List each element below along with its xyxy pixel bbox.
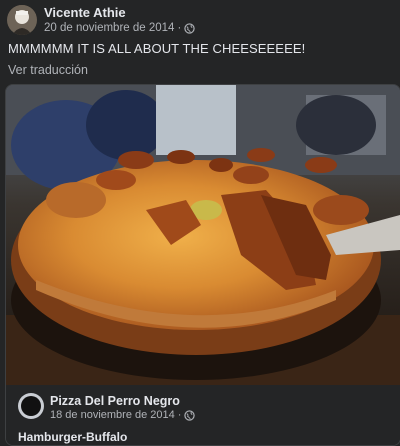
shared-post[interactable]: Pizza Del Perro Negro 18 de noviembre de… <box>5 84 400 446</box>
date-separator: · <box>177 409 182 421</box>
author-avatar[interactable] <box>7 5 37 35</box>
pizza-photo[interactable] <box>6 85 400 385</box>
post-text: MMMMMM IT IS ALL ABOUT THE CHEESEEEEE! <box>8 41 306 56</box>
page-avatar[interactable] <box>18 393 44 419</box>
post-header: Vicente Athie 20 de noviembre de 2014 · <box>7 4 195 36</box>
see-translation-link[interactable]: Ver traducción <box>8 63 88 77</box>
author-name[interactable]: Vicente Athie <box>44 6 195 19</box>
globe-icon <box>184 409 196 421</box>
page-name[interactable]: Pizza Del Perro Negro <box>50 394 180 408</box>
post-date[interactable]: 20 de noviembre de 2014 <box>44 22 174 35</box>
shared-post-date[interactable]: 18 de noviembre de 2014 <box>50 409 175 421</box>
post-meta: Vicente Athie 20 de noviembre de 2014 · <box>44 6 195 35</box>
globe-icon <box>184 23 195 34</box>
shared-post-footer: Pizza Del Perro Negro 18 de noviembre de… <box>6 385 400 445</box>
date-separator: · <box>177 21 182 34</box>
shared-post-caption: Hamburger-Buffalo <box>18 430 128 444</box>
shared-date-row: 18 de noviembre de 2014 · <box>50 409 196 421</box>
post-date-row: 20 de noviembre de 2014 · <box>44 21 195 35</box>
dog-logo-icon <box>21 396 41 416</box>
